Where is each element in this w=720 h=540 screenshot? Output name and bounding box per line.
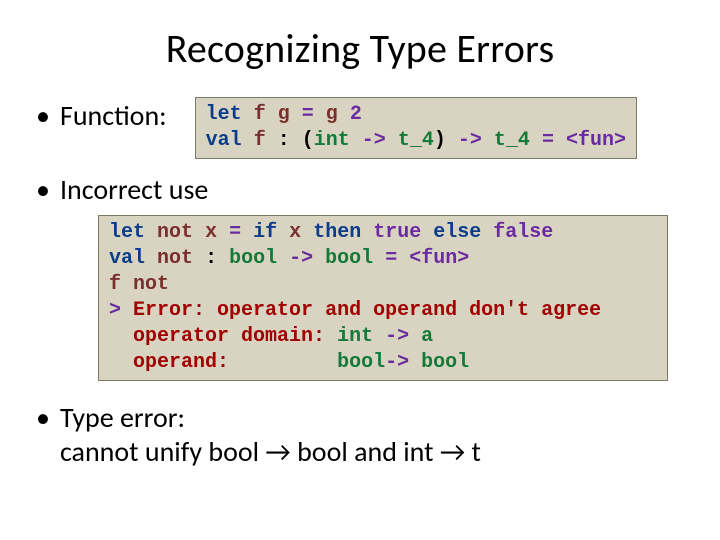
kw-then: then <box>313 221 361 244</box>
code2-line-5: operator domain: int -> a <box>109 324 657 350</box>
ty-int: int <box>314 129 350 152</box>
op-arrow2: -> <box>458 129 482 152</box>
colon: : <box>278 129 290 152</box>
code2-line-6: operand: bool-> bool <box>109 350 657 376</box>
kw-else: else <box>433 221 481 244</box>
kw-val: val <box>206 129 242 152</box>
id-not: not <box>157 221 193 244</box>
bullet-dot-icon: • <box>36 99 50 133</box>
op-eq4: = <box>385 247 397 270</box>
bullet-incorrect-text: Incorrect use <box>60 173 208 207</box>
op-gt: > <box>109 299 121 322</box>
ty-t4a: t_4 <box>398 129 434 152</box>
ty-bool2: bool <box>325 247 373 270</box>
bullet-incorrect: • Incorrect use <box>40 173 680 207</box>
row-function: • Function: let f g = g 2 val f : (int -… <box>40 99 680 159</box>
lit-fun2: <fun> <box>409 247 469 270</box>
slide-title: Recognizing Type Errors <box>40 24 680 73</box>
arrow-icon: → <box>440 434 465 469</box>
err-operand-label: operand: <box>133 351 337 374</box>
type-error-line2-pre: cannot unify bool <box>60 434 265 469</box>
ty-int2: int <box>337 325 373 348</box>
ty-t4b: t_4 <box>494 129 530 152</box>
id-x2: x <box>289 221 301 244</box>
op-arrow4: -> <box>385 325 409 348</box>
ty-bool3: bool <box>337 351 385 374</box>
op-eq3: = <box>229 221 241 244</box>
bullet-dot-icon: • <box>36 401 50 435</box>
code2-line-3: f not <box>109 272 657 298</box>
id-g2: g <box>326 103 338 126</box>
ty-bool4: bool <box>421 351 469 374</box>
slide: Recognizing Type Errors • Function: let … <box>0 0 720 540</box>
op-eq: = <box>302 103 314 126</box>
ty-bool1: bool <box>229 247 277 270</box>
code-line-2: val f : (int -> t_4) -> t_4 = <fun> <box>206 128 626 154</box>
err-domain-label: operator domain: <box>133 325 337 348</box>
type-error-line2-mid: bool and int <box>291 434 440 469</box>
lit-fun: <fun> <box>566 129 626 152</box>
id-f2: f <box>254 129 266 152</box>
code2-line-1: let not x = if x then true else false <box>109 220 657 246</box>
kw-val2: val <box>109 247 145 270</box>
code2-line-2: val not : bool -> bool = <fun> <box>109 246 657 272</box>
id-not3: not <box>133 273 169 296</box>
op-arrow3: -> <box>289 247 313 270</box>
bullet-dot-icon: • <box>36 173 50 207</box>
lit-true: true <box>373 221 421 244</box>
op-eq2: = <box>542 129 554 152</box>
id-x: x <box>205 221 217 244</box>
kw-let: let <box>206 103 242 126</box>
code-line-1: let f g = g 2 <box>206 102 626 128</box>
bullet-function-text: Function: <box>60 99 167 133</box>
ty-a: a <box>421 325 433 348</box>
lit-2: 2 <box>350 103 362 126</box>
type-error-line1: Type error: <box>60 400 185 435</box>
lparen: ( <box>302 129 314 152</box>
id-not2: not <box>157 247 193 270</box>
bullet-type-error-text: Type error: cannot unify bool → bool and… <box>60 401 481 469</box>
id-f3: f <box>109 273 121 296</box>
lit-false: false <box>493 221 553 244</box>
rparen: ) <box>434 129 446 152</box>
id-f: f <box>254 103 266 126</box>
op-arrow5: -> <box>385 351 409 374</box>
bullet-function: • Function: <box>40 99 167 133</box>
id-g: g <box>278 103 290 126</box>
kw-if: if <box>253 221 277 244</box>
kw-let2: let <box>109 221 145 244</box>
arrow-icon: → <box>265 434 290 469</box>
error-text: Error: operator and operand don't agree <box>133 299 601 322</box>
code2-line-4: > Error: operator and operand don't agre… <box>109 298 657 324</box>
code-box-function-def: let f g = g 2 val f : (int -> t_4) -> t_… <box>195 97 637 159</box>
code-box-incorrect-use: let not x = if x then true else false va… <box>98 215 668 381</box>
type-error-line2-post: t <box>465 434 481 469</box>
bullet-type-error: • Type error: cannot unify bool → bool a… <box>40 401 680 469</box>
op-arrow1: -> <box>362 129 386 152</box>
colon2: : <box>205 247 217 270</box>
